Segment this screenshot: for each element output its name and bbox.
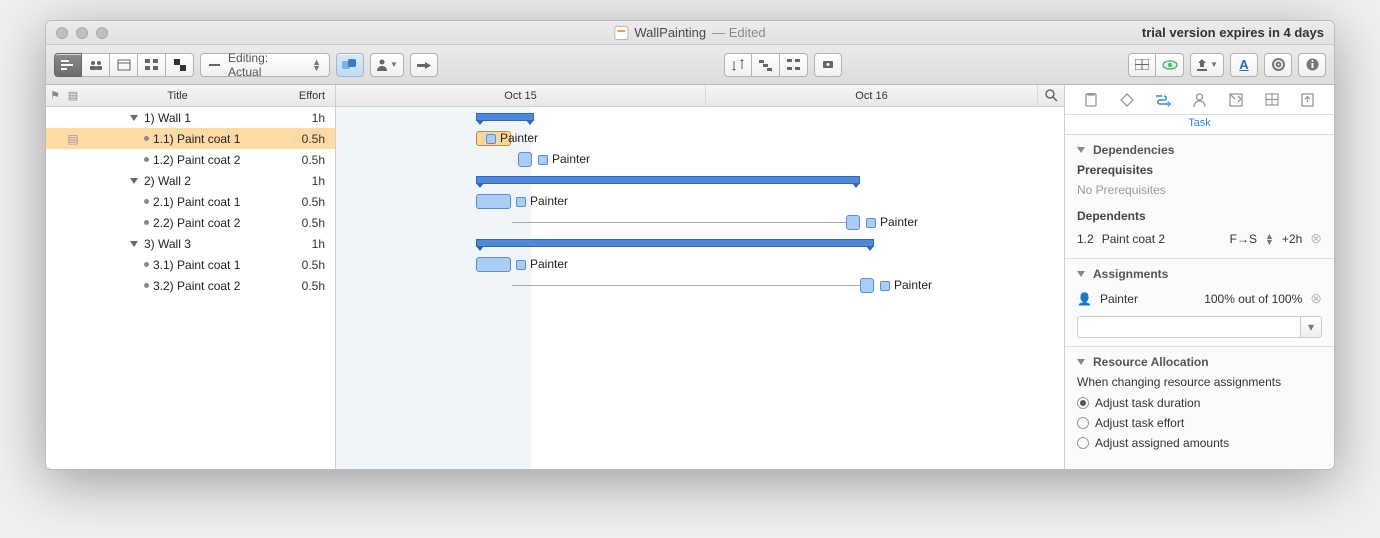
date-col-1[interactable]: Oct 16 [706,85,1038,106]
inspector-toggle[interactable] [1298,53,1326,77]
fonts-button[interactable]: A [1230,53,1258,77]
outline-row[interactable]: 3.2) Paint coat 20.5h [46,275,335,296]
resource-label: Painter [538,152,590,166]
help-button[interactable] [1264,53,1292,77]
group-button[interactable] [336,53,364,77]
dep-id: 1.2 [1077,232,1094,246]
dep-name: Paint coat 2 [1102,232,1222,246]
view-network[interactable] [138,53,166,77]
edited-indicator: — Edited [712,25,765,40]
dep-lag[interactable]: +2h [1282,232,1302,246]
titlebar: WallPainting — Edited trial version expi… [46,21,1334,45]
alloc-option[interactable]: Adjust assigned amounts [1077,433,1322,453]
assignment-name: Painter [1100,292,1196,306]
itab-resource[interactable] [1188,89,1210,111]
itab-custom[interactable] [1225,89,1247,111]
task-bar[interactable] [846,215,860,230]
outline-row[interactable]: 3.1) Paint coat 10.5h [46,254,335,275]
alloc-option[interactable]: Adjust task duration [1077,393,1322,413]
editing-mode-label: Editing: Actual [228,51,298,79]
assignment-remove-icon[interactable]: ⊗ [1310,290,1322,307]
trial-notice: trial version expires in 4 days [1142,25,1324,40]
resource-alloc-section: Resource Allocation When changing resour… [1065,347,1334,461]
assignment-dropdown[interactable]: ▾ [1300,316,1322,338]
effort-column-header[interactable]: Effort [273,90,335,102]
itab-dependencies[interactable] [1152,89,1174,111]
reschedule-button[interactable] [780,53,808,77]
outline-row[interactable]: 2) Wall 21h [46,170,335,191]
dependencies-section: Dependencies Prerequisites No Prerequisi… [1065,135,1334,259]
inspector-tab-label: Task [1065,115,1334,135]
zoom-window[interactable] [96,27,108,39]
alloc-lead: When changing resource assignments [1077,375,1322,393]
outline-row[interactable]: 2.2) Paint coat 20.5h [46,212,335,233]
view-resources[interactable] [82,53,110,77]
assignments-section: Assignments 👤 Painter 100% out of 100% ⊗… [1065,259,1334,347]
outline-row[interactable]: ▤ 1.1) Paint coat 10.5h [46,128,335,149]
itab-info[interactable] [1080,89,1102,111]
inspector-panel: Task Dependencies Prerequisites No Prere… [1064,85,1334,469]
zoom-icon[interactable] [1038,85,1064,106]
assignment-input[interactable] [1077,316,1300,338]
view-styles[interactable] [166,53,194,77]
view-calendar[interactable] [110,53,138,77]
summary-bar[interactable] [476,113,534,121]
summary-bar[interactable] [476,176,860,184]
outline-row[interactable]: 2.1) Paint coat 10.5h [46,191,335,212]
itab-export[interactable] [1297,89,1319,111]
dep-heading: Dependents [1077,209,1322,223]
task-outline: ⚑ ▤ Title Effort 1) Wall 11h▤ 1.1) Paint… [46,85,336,469]
catchup-button[interactable] [752,53,780,77]
resource-label: Painter [486,131,538,145]
dep-remove-icon[interactable]: ⊗ [1310,230,1322,247]
resource-label: Painter [866,215,918,229]
note-column-icon[interactable]: ▤ [64,89,82,102]
leveling-button[interactable] [724,53,752,77]
person-icon: 👤 [1077,292,1092,306]
view-gantt[interactable] [54,53,82,77]
resource-alloc-header[interactable]: Resource Allocation [1077,355,1322,369]
task-bar[interactable] [476,194,511,209]
task-bar[interactable] [860,278,874,293]
document-icon [614,26,628,40]
task-bar[interactable] [518,152,532,167]
milestone-button[interactable] [410,53,438,77]
itab-milestone[interactable] [1116,89,1138,111]
summary-bar[interactable] [476,239,874,247]
dependent-row[interactable]: 1.2 Paint coat 2 F→S ▲▼ +2h ⊗ [1077,227,1322,250]
outline-row[interactable]: 3) Wall 31h [46,233,335,254]
title-column-header[interactable]: Title [82,90,273,102]
minimize-window[interactable] [76,27,88,39]
gantt-chart[interactable]: Oct 15 Oct 16 PainterPainterPainterPaint… [336,85,1064,469]
window-title: WallPainting [634,25,706,40]
assignment-units[interactable]: 100% out of 100% [1204,292,1302,306]
outline-row[interactable]: 1.2) Paint coat 20.5h [46,149,335,170]
prereq-heading: Prerequisites [1077,163,1322,177]
outline-row[interactable]: 1) Wall 11h [46,107,335,128]
baseline-button[interactable] [814,53,842,77]
toolbar: Editing: Actual ▲▼ ▼ ▼ A [46,45,1334,85]
critical-path-toggle[interactable] [1156,53,1184,77]
resource-label: Painter [880,278,932,292]
assignments-header[interactable]: Assignments [1077,267,1322,281]
app-window: WallPainting — Edited trial version expi… [45,20,1335,470]
alloc-option[interactable]: Adjust task effort [1077,413,1322,433]
table-toggle[interactable] [1128,53,1156,77]
prereq-none: No Prerequisites [1077,181,1322,205]
share-button[interactable]: ▼ [1190,53,1224,77]
resource-button[interactable]: ▼ [370,53,404,77]
date-col-0[interactable]: Oct 15 [336,85,706,106]
resource-label: Painter [516,194,568,208]
dependencies-header[interactable]: Dependencies [1077,143,1322,157]
task-bar[interactable] [476,257,511,272]
close-window[interactable] [56,27,68,39]
resource-label: Painter [516,257,568,271]
flag-column-icon[interactable]: ⚑ [46,89,64,102]
itab-table[interactable] [1261,89,1283,111]
editing-mode-dropdown[interactable]: Editing: Actual ▲▼ [200,53,330,77]
dep-type[interactable]: F→S [1230,232,1257,246]
view-mode-segment [54,53,194,77]
assignment-row[interactable]: 👤 Painter 100% out of 100% ⊗ [1077,287,1322,310]
